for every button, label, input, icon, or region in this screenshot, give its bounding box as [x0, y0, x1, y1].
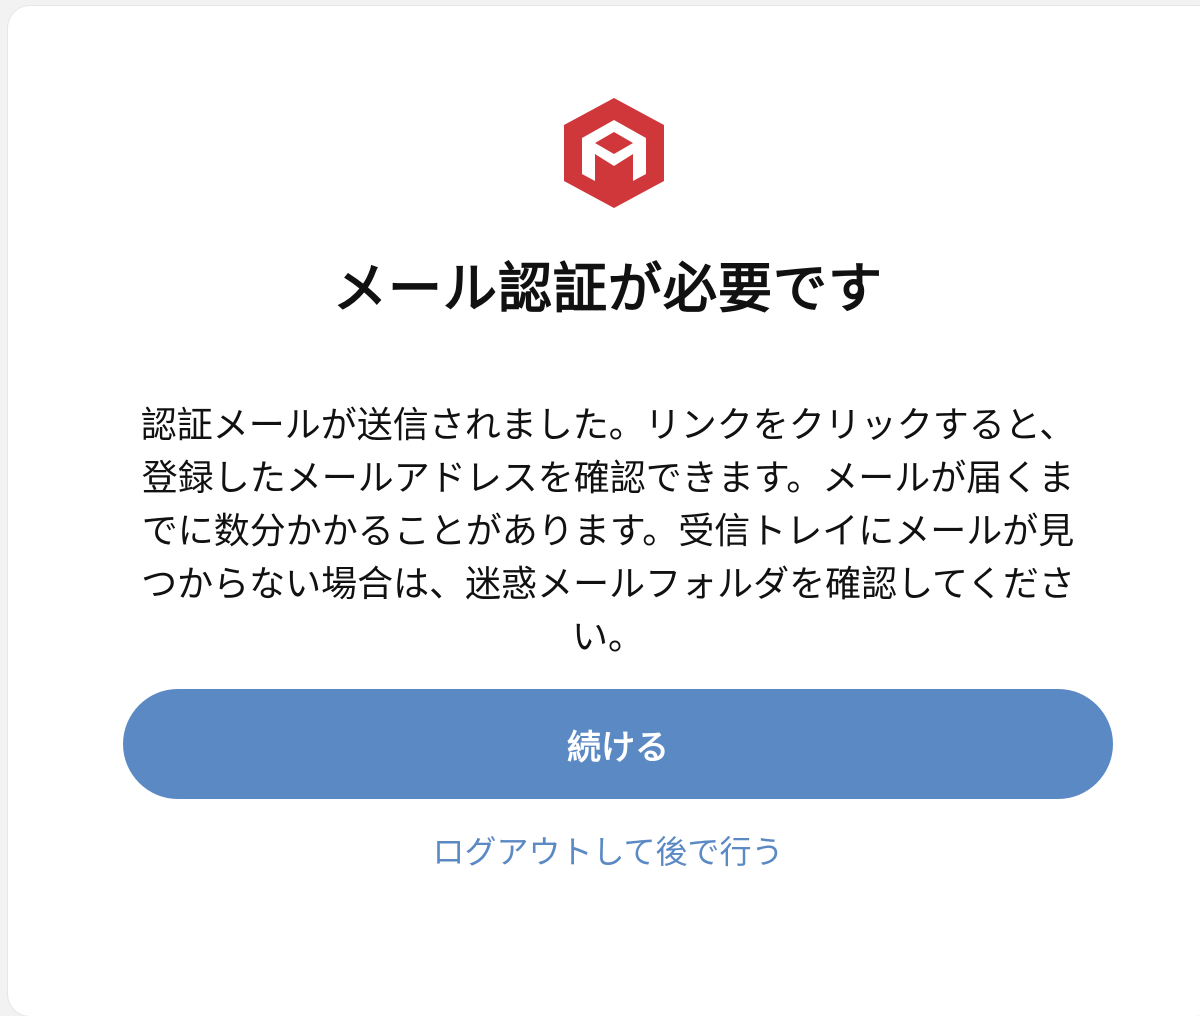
- verification-description: 認証メールが送信されました。リンクをクリックすると、登録したメールアドレスを確認…: [140, 405, 1076, 658]
- continue-button[interactable]: 続ける: [123, 689, 1113, 799]
- page-title: メール認証が必要です: [333, 257, 883, 320]
- verification-card: メール認証が必要です 認証メールが送信されました。リンクをクリックすると、登録し…: [8, 6, 1200, 1016]
- logout-later-link[interactable]: ログアウトして後で行う: [8, 826, 1200, 878]
- brand-logo-icon: [564, 98, 664, 208]
